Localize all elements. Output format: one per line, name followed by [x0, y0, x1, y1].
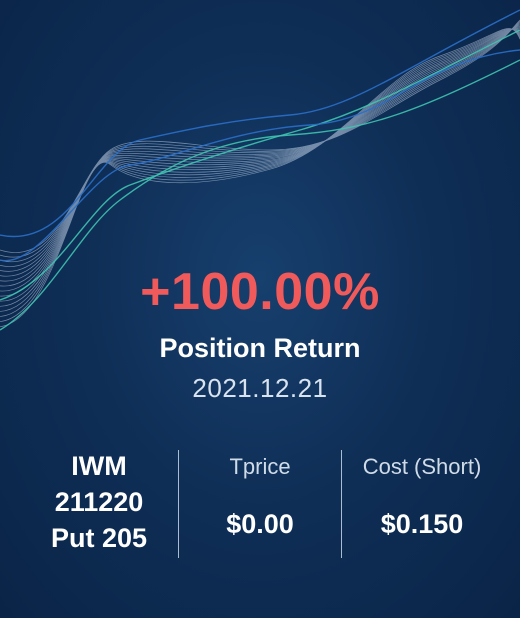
wave-background-graphic [0, 9, 520, 331]
tprice-stat: Tprice $0.00 [180, 448, 340, 560]
cost-value: $0.150 [380, 509, 464, 539]
position-return-value: +100.00% [140, 263, 380, 321]
tprice-label: Tprice [229, 454, 291, 479]
contract-symbol: IWM 211220 Put 205 [20, 448, 178, 560]
symbol-ticker: IWM [71, 451, 127, 481]
position-return-card: +100.00% Position Return 2021.12.21 IWM … [0, 0, 520, 618]
wave-line [0, 19, 520, 253]
symbol-strike: Put 205 [50, 523, 148, 553]
cost-stat: Cost (Short) $0.150 [342, 448, 502, 560]
wave-accent-line [0, 49, 520, 262]
wave-accent-line [0, 29, 520, 301]
position-stats: IWM 211220 Put 205 Tprice $0.00 Cost (Sh… [0, 448, 520, 560]
position-return-label: Position Return [159, 333, 361, 363]
cost-label: Cost (Short) [362, 454, 482, 479]
divider [178, 450, 179, 558]
return-date: 2021.12.21 [192, 373, 328, 403]
symbol-expiry: 211220 [54, 487, 144, 517]
tprice-value: $0.00 [226, 509, 294, 539]
